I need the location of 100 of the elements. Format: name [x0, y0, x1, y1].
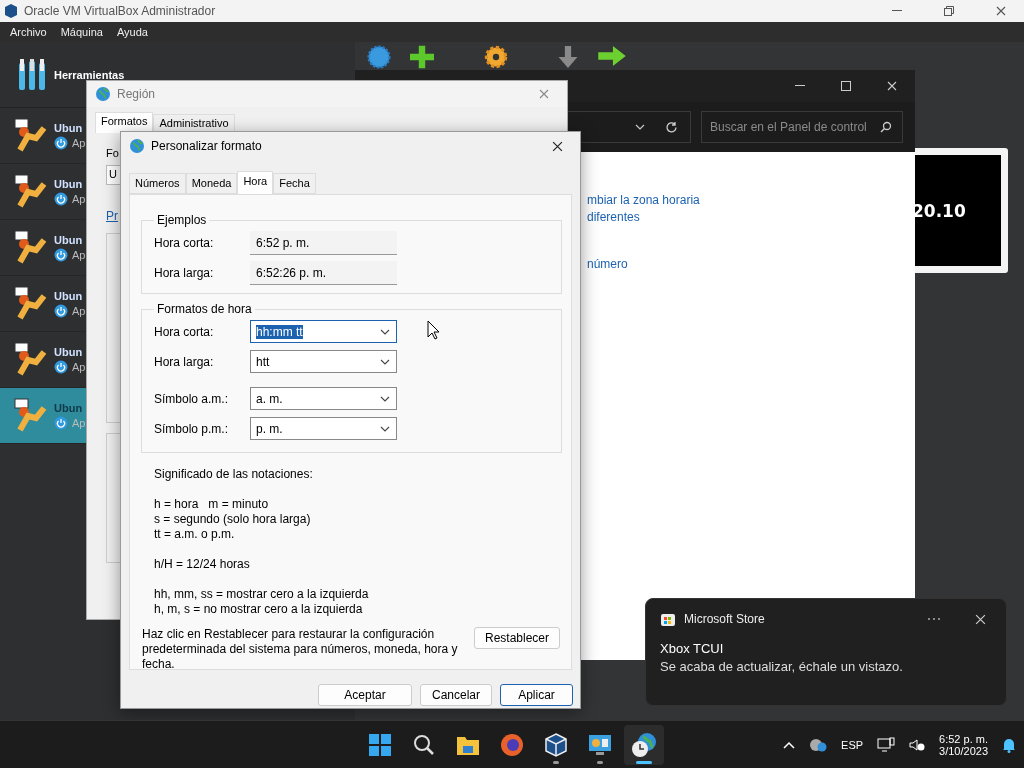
- notation-text: s = segundo (solo hora larga): [154, 512, 312, 527]
- field-label: Símbolo a.m.:: [154, 391, 230, 406]
- search-icon: [413, 733, 435, 756]
- close-icon: [539, 89, 549, 99]
- virtual-machine-icon: [14, 117, 48, 154]
- format-combo[interactable]: hh:mm tt: [250, 320, 397, 343]
- power-icon: [54, 135, 68, 150]
- restore-icon: [944, 6, 954, 16]
- notification-title: Xbox TCUI: [660, 641, 725, 656]
- machine-name: Ubun: [54, 177, 84, 190]
- starburst-icon[interactable]: [367, 45, 391, 69]
- notation-text: hh, mm, ss = mostrar cero a la izquierda: [154, 587, 370, 602]
- more-icon[interactable]: [927, 617, 941, 621]
- browser-icon: [500, 732, 524, 757]
- machine-state: Ap: [72, 136, 86, 149]
- format-combo[interactable]: p. m.: [250, 417, 397, 440]
- machine-name: Ubun: [54, 345, 84, 358]
- close-icon: [887, 81, 897, 91]
- menu-item[interactable]: Ayuda: [116, 26, 148, 38]
- search-field[interactable]: Buscar en el Panel de control: [701, 111, 903, 143]
- chevron-up-icon[interactable]: [783, 740, 796, 749]
- maximize-icon: [841, 81, 851, 91]
- chevron-down-icon: [380, 358, 390, 365]
- dialog-button[interactable]: Aceptar: [318, 684, 412, 706]
- menu-item[interactable]: Máquina: [60, 26, 103, 38]
- control-panel-icon: [588, 733, 612, 756]
- field-label: Hora larga:: [154, 266, 215, 280]
- tab[interactable]: Hora: [237, 171, 274, 194]
- notation-text: h = hora m = minuto: [154, 497, 270, 512]
- virtual-machine-icon: [14, 341, 48, 378]
- taskbar-button[interactable]: [624, 724, 664, 765]
- field-label: Símbolo p.m.:: [154, 421, 230, 436]
- field-label: Hora corta:: [154, 236, 215, 250]
- language-indicator[interactable]: ESP: [841, 738, 864, 751]
- tab[interactable]: Formatos: [95, 112, 154, 133]
- tab[interactable]: Fecha: [273, 173, 316, 194]
- notation-text: h, m, s = no mostrar cero a la izquierda: [154, 602, 364, 617]
- chevron-down-icon: [380, 425, 390, 432]
- refresh-icon[interactable]: [665, 120, 678, 134]
- link[interactable]: mbiar la zona horaria: [587, 192, 915, 209]
- notation-text: tt = a.m. o p.m.: [154, 527, 236, 542]
- power-icon: [54, 191, 68, 206]
- virtual-machine-icon: [14, 285, 48, 322]
- store-icon: [660, 611, 676, 627]
- tab[interactable]: Números: [129, 173, 186, 194]
- field-label: Hora larga:: [154, 354, 215, 369]
- tab[interactable]: Moneda: [185, 173, 238, 194]
- cube-icon: [545, 732, 567, 757]
- machine-state: Ap: [72, 248, 86, 261]
- power-icon: [54, 247, 68, 262]
- notification-body: Se acaba de actualizar, échale un vistazo.: [660, 659, 904, 674]
- close-icon: [996, 6, 1006, 16]
- right-arrow-icon[interactable]: [597, 45, 627, 67]
- window-title: Oracle VM VirtualBox Administrador: [24, 4, 217, 18]
- field-label: Hora corta:: [154, 324, 215, 339]
- cube-icon: [4, 3, 18, 19]
- minimize-icon: [892, 10, 902, 12]
- virtual-machine-icon: [14, 397, 48, 434]
- machine-name: Ubun: [54, 233, 84, 246]
- network-icon[interactable]: [877, 736, 896, 753]
- muted-speaker-icon[interactable]: [909, 737, 926, 752]
- window-title: Personalizar formato: [151, 139, 263, 153]
- machine-name: Ubun: [54, 289, 84, 302]
- mouse-pointer-icon: [427, 320, 440, 340]
- down-arrow-icon[interactable]: [557, 45, 579, 69]
- menu-item[interactable]: Archivo: [10, 26, 47, 38]
- window-title: Región: [117, 87, 157, 101]
- clock[interactable]: 6:52 p. m. 3/10/2023: [939, 732, 988, 757]
- notation-text: h/H = 12/24 horas: [154, 557, 251, 572]
- virtual-machine-icon: [14, 229, 48, 266]
- cloud-icon[interactable]: [809, 737, 828, 752]
- dialog-button[interactable]: Aplicar: [500, 684, 573, 706]
- gear-icon[interactable]: [483, 45, 509, 69]
- close-icon: [551, 140, 563, 152]
- plus-icon[interactable]: [409, 45, 435, 69]
- globe-clock-icon: [631, 731, 657, 758]
- virtual-machine-icon: [14, 173, 48, 210]
- chevron-down-icon: [380, 395, 390, 402]
- chevron-down-icon: [380, 328, 390, 335]
- machine-name: Ubun: [54, 121, 84, 134]
- close-icon[interactable]: [975, 613, 986, 625]
- group-legend: Ejemplos: [154, 213, 210, 227]
- link[interactable]: número: [587, 256, 915, 273]
- power-icon: [54, 415, 68, 430]
- format-combo[interactable]: htt: [250, 350, 397, 373]
- link[interactable]: diferentes: [587, 209, 915, 226]
- preview-text: 20.10: [912, 200, 966, 221]
- dialog-button[interactable]: Cancelar: [420, 684, 492, 706]
- machine-state: Ap: [72, 416, 86, 429]
- search-icon: [880, 121, 892, 133]
- reset-description: Haz clic en Restablecer para restaurar la configuración predeterminada del sistema para números, moneda, hora y fecha.: [142, 627, 459, 672]
- format-combo[interactable]: a. m.: [250, 387, 397, 410]
- tools-icon: [18, 58, 46, 91]
- group-legend: Formatos de hora: [154, 302, 255, 316]
- power-icon: [54, 359, 68, 374]
- chevron-down-icon: [635, 124, 645, 130]
- section-heading: Fo: [106, 147, 119, 159]
- bell-icon[interactable]: [1002, 736, 1016, 753]
- tools-label: Herramientas: [54, 68, 125, 81]
- reset-button[interactable]: Restablecer: [474, 627, 560, 649]
